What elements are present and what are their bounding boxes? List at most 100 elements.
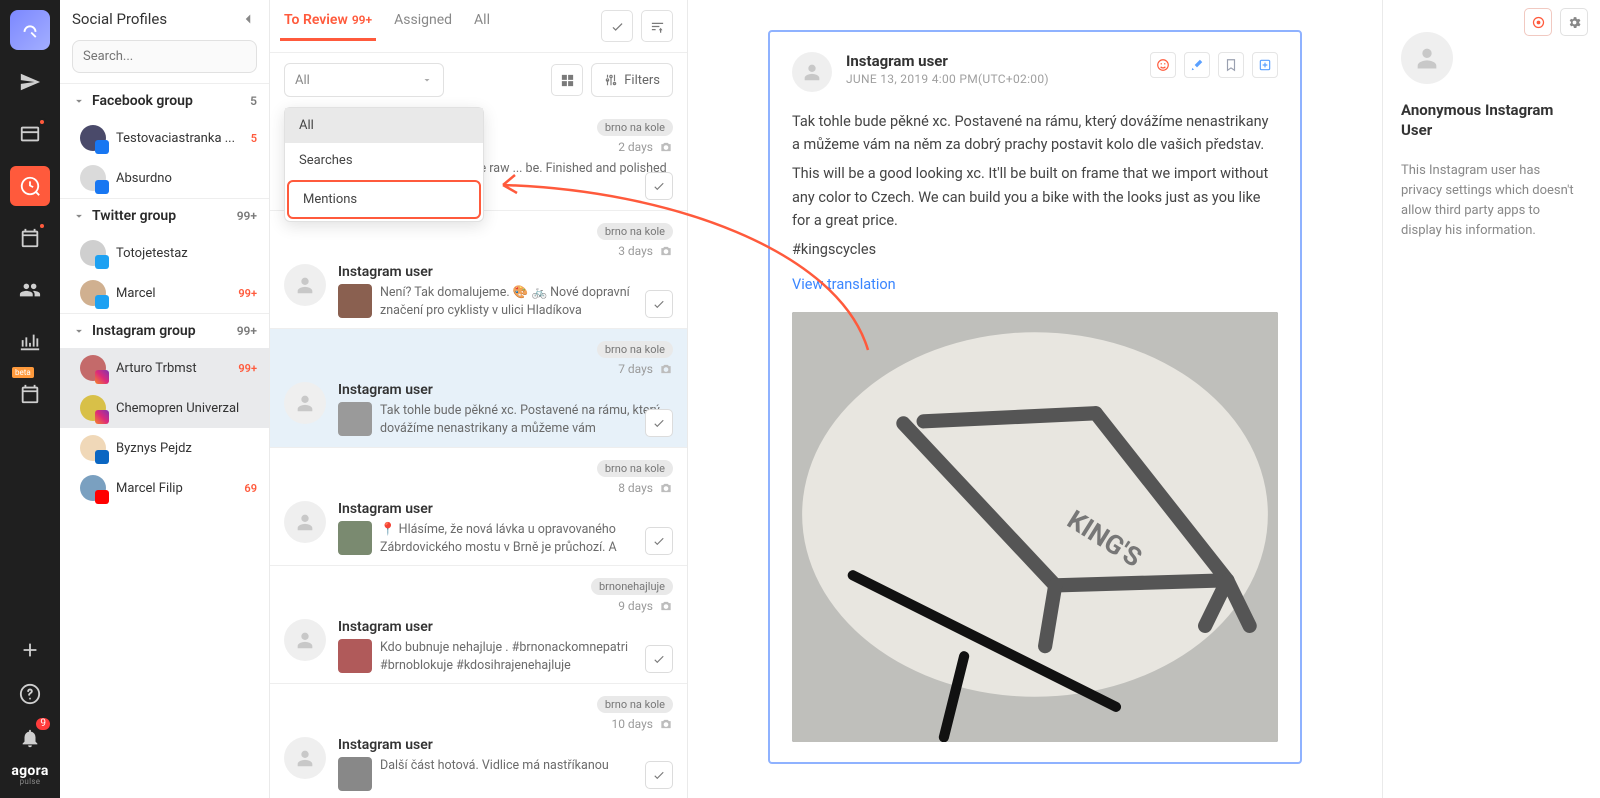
profiles-title: Social Profiles bbox=[72, 10, 167, 28]
nav-publish[interactable] bbox=[10, 62, 50, 102]
dropdown-option-searches[interactable]: Searches bbox=[285, 143, 483, 178]
item-avatar bbox=[284, 382, 326, 424]
profile-item[interactable]: Marcel99+ bbox=[60, 273, 269, 313]
profile-group-header[interactable]: Instagram group 99+ bbox=[60, 314, 269, 348]
item-user-name: Instagram user bbox=[338, 501, 673, 517]
item-review-checkbox[interactable] bbox=[645, 409, 673, 437]
inbox-tabs: To Review99+ Assigned All bbox=[270, 0, 687, 53]
view-translation-link[interactable]: View translation bbox=[792, 273, 896, 296]
dropdown-option-all[interactable]: All bbox=[285, 108, 483, 143]
item-avatar bbox=[284, 501, 326, 543]
nav-help[interactable] bbox=[12, 676, 48, 712]
brand-label: agorapulse bbox=[11, 764, 48, 786]
item-thumbnail bbox=[338, 757, 372, 791]
camera-icon bbox=[659, 599, 673, 613]
item-avatar bbox=[284, 264, 326, 306]
item-tag: brno na kole bbox=[597, 696, 673, 713]
item-age: 2 days bbox=[618, 140, 653, 154]
item-age: 7 days bbox=[618, 362, 653, 376]
item-review-checkbox[interactable] bbox=[645, 761, 673, 789]
detail-image: KING'S bbox=[792, 312, 1278, 742]
inbox-column: To Review99+ Assigned All All Filters Al… bbox=[270, 0, 688, 798]
item-snippet: Další část hotová. Vidlice má nastříkano… bbox=[380, 757, 609, 791]
profiles-column: Social Profiles Facebook group 5 Testova… bbox=[60, 0, 270, 798]
type-dropdown[interactable]: All bbox=[284, 63, 444, 97]
mark-all-reviewed-button[interactable] bbox=[601, 10, 633, 42]
inbox-item[interactable]: brno na kole 3 days Instagram user Není?… bbox=[270, 211, 687, 329]
type-dropdown-menu: All Searches Mentions bbox=[284, 107, 484, 222]
profile-item[interactable]: Marcel Filip69 bbox=[60, 468, 269, 508]
item-avatar bbox=[284, 619, 326, 661]
nav-listening[interactable] bbox=[10, 166, 50, 206]
item-age: 8 days bbox=[618, 481, 653, 495]
profile-item[interactable]: Chemopren Univerzal bbox=[60, 388, 269, 428]
item-thumbnail bbox=[338, 521, 372, 555]
action-tag[interactable] bbox=[1184, 52, 1210, 78]
profile-group-header[interactable]: Facebook group 5 bbox=[60, 84, 269, 118]
nav-notifications[interactable]: 9 bbox=[12, 720, 48, 756]
detail-paragraph: Tak tohle bude pěkné xc. Postavené na rá… bbox=[792, 110, 1278, 156]
item-user-name: Instagram user bbox=[338, 382, 673, 398]
item-tag: brno na kole bbox=[597, 223, 673, 240]
nav-add[interactable] bbox=[12, 632, 48, 668]
profiles-search-input[interactable] bbox=[72, 40, 257, 73]
inbox-item[interactable]: brno na kole 7 days Instagram user Tak t… bbox=[270, 329, 687, 447]
nav-reports[interactable] bbox=[10, 322, 50, 362]
profile-item[interactable]: Byznys Pejdz bbox=[60, 428, 269, 468]
item-review-checkbox[interactable] bbox=[645, 527, 673, 555]
profile-item[interactable]: Arturo Trbmst99+ bbox=[60, 348, 269, 388]
detail-user-name: Instagram user bbox=[846, 52, 1150, 70]
detail-hashtag[interactable]: #kingscycles bbox=[792, 238, 1278, 261]
detail-paragraph: This will be a good looking xc. It'll be… bbox=[792, 162, 1278, 232]
item-snippet: Není? Tak domalujeme. 🎨 🚲 Nové dopravní … bbox=[380, 284, 673, 320]
tab-to-review[interactable]: To Review99+ bbox=[284, 12, 372, 40]
action-assign[interactable] bbox=[1252, 52, 1278, 78]
user-panel: Anonymous Instagram User This Instagram … bbox=[1382, 0, 1600, 798]
inbox-item[interactable]: brno na kole 8 days Instagram user 📍 Hlá… bbox=[270, 448, 687, 566]
item-review-checkbox[interactable] bbox=[645, 172, 673, 200]
item-review-checkbox[interactable] bbox=[645, 290, 673, 318]
item-snippet: Kdo bubnuje nehajluje . #brnonackomnepat… bbox=[380, 639, 673, 675]
inbox-item[interactable]: brnonehajluje 9 days Instagram user Kdo … bbox=[270, 566, 687, 684]
filters-button[interactable]: Filters bbox=[591, 63, 673, 97]
view-toggle-button[interactable] bbox=[551, 64, 583, 96]
user-panel-avatar bbox=[1401, 32, 1453, 84]
camera-icon bbox=[659, 362, 673, 376]
item-tag: brno na kole bbox=[597, 460, 673, 477]
item-thumbnail bbox=[338, 402, 372, 436]
top-target-icon[interactable] bbox=[1524, 8, 1552, 36]
item-tag: brnonehajluje bbox=[591, 578, 673, 595]
nav-rail: beta 9 agorapulse bbox=[0, 0, 60, 798]
item-age: 10 days bbox=[611, 717, 653, 731]
app-logo[interactable] bbox=[10, 10, 50, 50]
nav-inbox[interactable] bbox=[10, 114, 50, 154]
sort-button[interactable] bbox=[641, 10, 673, 42]
detail-avatar bbox=[792, 52, 832, 92]
camera-icon bbox=[659, 481, 673, 495]
item-user-name: Instagram user bbox=[338, 264, 673, 280]
item-age: 3 days bbox=[618, 244, 653, 258]
item-review-checkbox[interactable] bbox=[645, 645, 673, 673]
tab-assigned[interactable]: Assigned bbox=[394, 12, 452, 40]
item-user-name: Instagram user bbox=[338, 737, 673, 753]
nav-calendar-beta[interactable]: beta bbox=[10, 374, 50, 414]
camera-icon bbox=[659, 244, 673, 258]
nav-users[interactable] bbox=[10, 270, 50, 310]
nav-calendar[interactable] bbox=[10, 218, 50, 258]
profile-item[interactable]: Totojetestaz bbox=[60, 233, 269, 273]
tab-all[interactable]: All bbox=[474, 12, 490, 40]
item-tag: brno na kole bbox=[597, 119, 673, 136]
inbox-item[interactable]: brno na kole 10 days Instagram user Dalš… bbox=[270, 684, 687, 798]
action-bookmark[interactable] bbox=[1218, 52, 1244, 78]
item-tag: brno na kole bbox=[597, 341, 673, 358]
detail-card: Instagram user JUNE 13, 2019 4:00 PM(UTC… bbox=[768, 30, 1302, 764]
collapse-profiles-icon[interactable] bbox=[239, 10, 257, 28]
profile-item[interactable]: Absurdno bbox=[60, 158, 269, 198]
dropdown-option-mentions[interactable]: Mentions bbox=[287, 180, 481, 219]
camera-icon bbox=[659, 140, 673, 154]
profile-group-header[interactable]: Twitter group 99+ bbox=[60, 199, 269, 233]
profile-item[interactable]: Testovaciastranka ...5 bbox=[60, 118, 269, 158]
item-snippet: 📍 Hlásíme, že nová lávka u opravovaného … bbox=[380, 521, 673, 557]
action-emoji[interactable] bbox=[1150, 52, 1176, 78]
top-settings-icon[interactable] bbox=[1560, 8, 1588, 36]
